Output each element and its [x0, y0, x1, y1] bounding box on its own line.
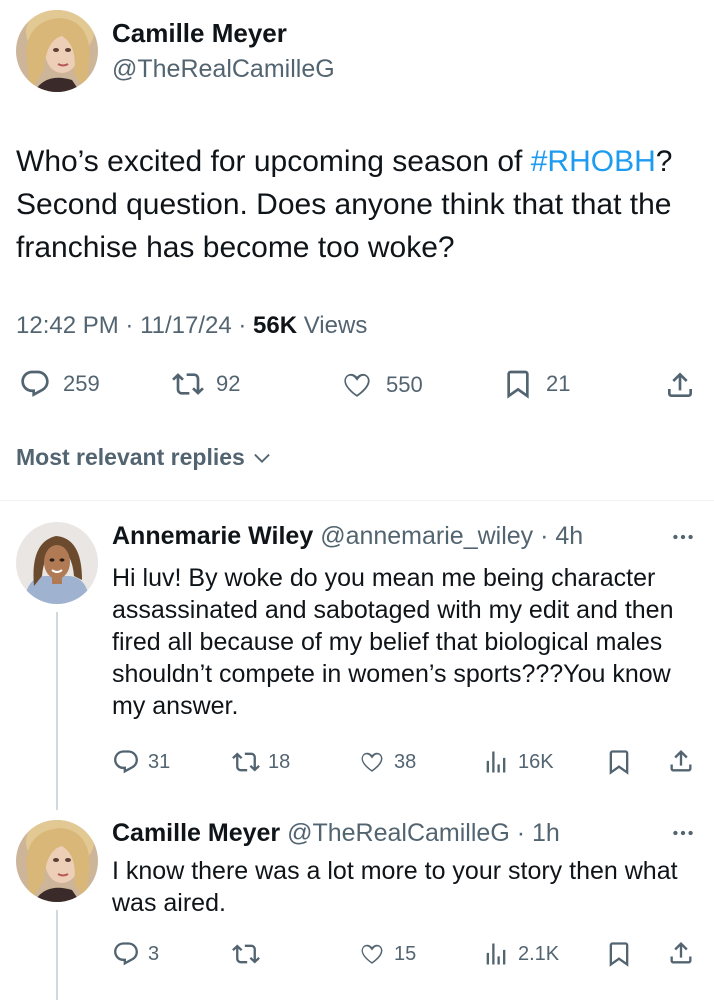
thread-line	[56, 612, 58, 810]
meta-separator: ·	[509, 819, 532, 847]
heart-icon	[358, 748, 386, 776]
tweet-text-before: Who’s excited for upcoming season of	[16, 145, 531, 178]
like-count: 15	[394, 942, 417, 965]
reply-author-name[interactable]: Annemarie Wiley	[112, 522, 313, 550]
tweet-time[interactable]: 12:42 PM	[16, 312, 119, 339]
bookmark-icon	[605, 940, 633, 968]
tweet-date[interactable]: 11/17/24	[140, 312, 232, 339]
bookmark-icon	[502, 368, 534, 400]
reply-repost-button[interactable]	[232, 940, 268, 968]
repost-arrows-icon	[232, 748, 260, 776]
chevron-down-icon	[251, 447, 273, 469]
repost-count: 18	[268, 750, 291, 773]
speech-bubble-icon	[19, 368, 51, 400]
divider	[0, 500, 714, 501]
reply-count: 259	[63, 371, 100, 396]
reply-button[interactable]: 259	[19, 368, 100, 400]
author-handle[interactable]: @TheRealCamilleG	[112, 55, 335, 84]
like-button[interactable]: 550	[340, 368, 423, 402]
reply-header: Camille Meyer @TheRealCamilleG · 1h	[112, 819, 560, 848]
heart-icon	[340, 368, 374, 402]
share-arrow-icon	[667, 939, 695, 967]
reply-like-button[interactable]: 38	[358, 748, 416, 776]
repost-count: 92	[216, 371, 241, 396]
reply-author-handle[interactable]: @annemarie_wiley	[320, 522, 533, 550]
reply-reply-button[interactable]: 3	[112, 940, 159, 968]
speech-bubble-icon	[112, 940, 140, 968]
reply-share-button[interactable]	[667, 747, 695, 775]
bookmark-button[interactable]: 21	[502, 368, 570, 400]
reply-time[interactable]: 1h	[532, 819, 560, 847]
views-count: 16K	[518, 750, 554, 773]
like-count: 550	[386, 372, 423, 397]
tweet-text: Who’s excited for upcoming season of #RH…	[16, 140, 706, 269]
reply-header: Annemarie Wiley @annemarie_wiley · 4h	[112, 522, 583, 551]
reply-bookmark-button[interactable]	[605, 940, 633, 968]
reply-author-name[interactable]: Camille Meyer	[112, 819, 280, 847]
reply-time[interactable]: 4h	[555, 522, 583, 550]
bar-chart-icon	[482, 940, 510, 968]
reply-count: 3	[148, 942, 160, 965]
reply-avatar[interactable]	[16, 522, 98, 604]
meta-separator: ·	[231, 312, 254, 339]
reply-share-button[interactable]	[667, 939, 695, 967]
bookmark-icon	[605, 748, 633, 776]
reply-text: Hi luv! By woke do you mean me being cha…	[112, 564, 674, 720]
hashtag-link[interactable]: #RHOBH	[531, 145, 656, 178]
repost-arrows-icon	[232, 940, 260, 968]
repost-button[interactable]: 92	[172, 368, 240, 400]
reply-bookmark-button[interactable]	[605, 748, 633, 776]
views-count: 56K	[253, 312, 298, 339]
reply-repost-button[interactable]: 18	[232, 748, 290, 776]
speech-bubble-icon	[112, 748, 140, 776]
heart-icon	[358, 940, 386, 968]
thread-line	[56, 910, 58, 1000]
share-button[interactable]	[664, 369, 696, 401]
bookmark-count: 21	[546, 371, 571, 396]
author-avatar[interactable]	[16, 10, 98, 92]
meta-separator: ·	[118, 312, 141, 339]
share-arrow-icon	[667, 747, 695, 775]
author-name[interactable]: Camille Meyer	[112, 18, 287, 49]
reply-avatar[interactable]	[16, 820, 98, 902]
ellipsis-icon[interactable]	[670, 820, 696, 846]
bar-chart-icon	[482, 748, 510, 776]
reply-reply-button[interactable]: 31	[112, 748, 170, 776]
like-count: 38	[394, 750, 417, 773]
reply-views-button[interactable]: 16K	[482, 748, 554, 776]
views-count: 2.1K	[518, 942, 560, 965]
repost-arrows-icon	[172, 368, 204, 400]
sort-replies-dropdown[interactable]: Most relevant replies	[16, 444, 273, 471]
reply-text: I know there was a lot more to your stor…	[112, 857, 678, 917]
views-label: Views	[303, 312, 368, 339]
share-arrow-icon	[664, 369, 696, 401]
reply-count: 31	[148, 750, 171, 773]
meta-separator: ·	[533, 522, 556, 550]
reply-views-button[interactable]: 2.1K	[482, 940, 559, 968]
sort-label: Most relevant replies	[16, 444, 245, 470]
ellipsis-icon[interactable]	[670, 524, 696, 550]
tweet-metadata: 12:42 PM · 11/17/24 · 56K Views	[16, 312, 367, 340]
reply-like-button[interactable]: 15	[358, 940, 416, 968]
reply-author-handle[interactable]: @TheRealCamilleG	[287, 819, 510, 847]
